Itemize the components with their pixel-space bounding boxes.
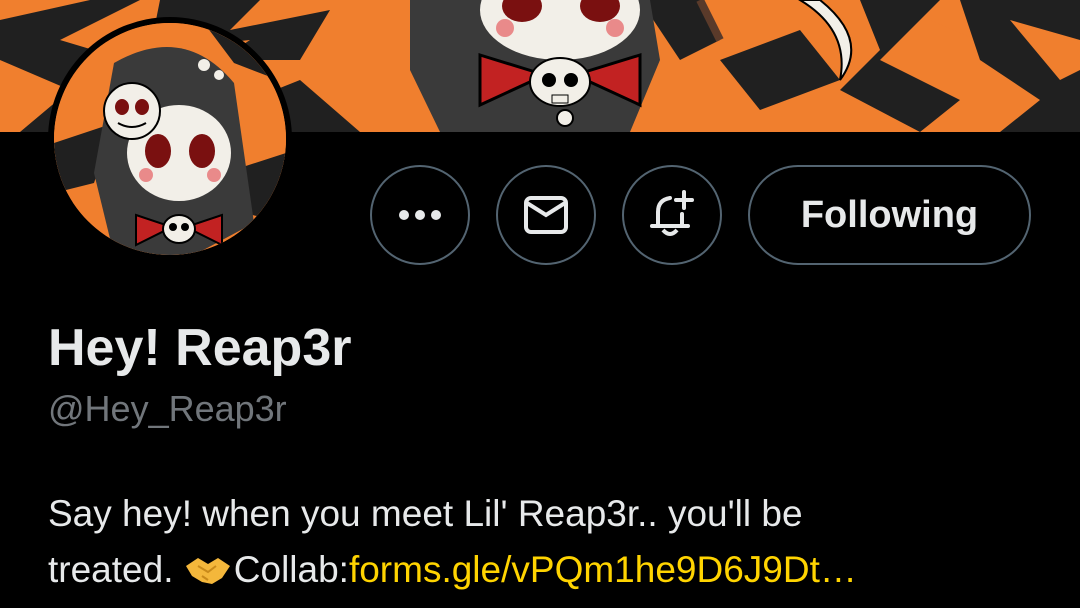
mail-icon — [524, 196, 568, 234]
profile-bio: Say hey! when you meet Lil' Reap3r.. you… — [48, 486, 1048, 598]
user-handle: @Hey_Reap3r — [48, 388, 287, 429]
more-button[interactable] — [370, 165, 470, 265]
bio-text: treated. — [48, 549, 174, 590]
notifications-button[interactable] — [622, 165, 722, 265]
bio-collab-label: Collab: — [233, 549, 349, 590]
bio-line-2: treated. Collab:forms.gle/vPQm1he9D6J9Dt… — [48, 542, 1048, 598]
bell-plus-icon — [650, 190, 694, 236]
following-button[interactable]: Following — [748, 165, 1031, 265]
profile-avatar[interactable] — [48, 17, 292, 261]
bio-line-1: Say hey! when you meet Lil' Reap3r.. you… — [48, 493, 803, 534]
message-button[interactable] — [496, 165, 596, 265]
more-icon — [399, 210, 441, 220]
bio-link[interactable]: forms.gle/vPQm1he9D6J9Dt… — [349, 549, 857, 590]
handshake-icon — [185, 558, 230, 584]
display-name: Hey! Reap3r — [48, 319, 352, 377]
